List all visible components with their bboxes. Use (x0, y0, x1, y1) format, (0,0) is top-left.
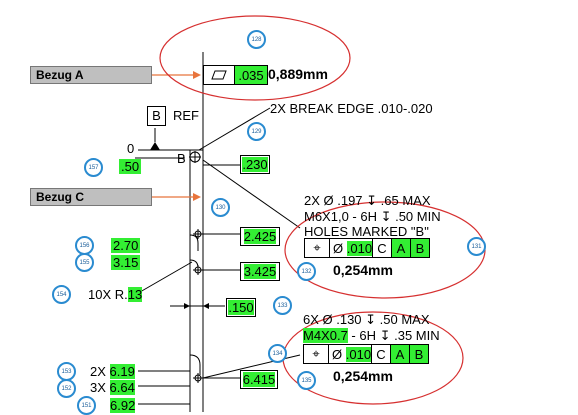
position-1-ref2: A (392, 239, 411, 257)
datum-b-side-letter: B (177, 151, 186, 166)
dim-3425: 3.425 (240, 262, 280, 281)
dim-315: 3.15 (111, 255, 141, 270)
balloon-133: 133 (273, 296, 292, 315)
dim-050: .50 (119, 159, 142, 174)
flatness-control-frame: .035 (203, 65, 268, 85)
zero-top: 0 (127, 141, 135, 156)
position-1-ref1: C (373, 239, 392, 257)
hole-note-1-line1: 2X Ø .197 ↧ .65 MAX (304, 193, 431, 208)
flatness-metric: 0,889mm (268, 66, 328, 82)
drawing-lines (135, 15, 486, 412)
dim-2425: 2.425 (240, 227, 280, 246)
balloon-155: 155 (75, 253, 94, 272)
dim-664: 3X 6.64 (90, 380, 135, 395)
position-1-metric: 0,254mm (333, 262, 393, 278)
balloon-152: 152 (57, 379, 76, 398)
datum-b-ref: REF (173, 108, 199, 123)
position-2-ref3: B (410, 345, 428, 363)
dim-230: .230 (240, 155, 270, 174)
balloon-134: 134 (268, 344, 287, 363)
dim-270: 2.70 (111, 238, 141, 253)
position-2-tolerance: Ø .010 (329, 345, 372, 363)
datum-label-a: Bezug A (30, 66, 152, 84)
balloon-129: 129 (247, 122, 266, 141)
balloon-131: 131 (467, 237, 486, 256)
dim-692: 6.92 (110, 398, 136, 413)
hole-note-1-line3: HOLES MARKED "B" (304, 224, 429, 239)
hole-note-2-line2: M4X0.7 - 6H ↧ .35 MIN (303, 328, 440, 343)
position-1-tolerance: Ø .010 (330, 239, 373, 257)
flatness-tolerance: .035 (235, 66, 267, 84)
dim-619: 2X 6.19 (90, 364, 135, 379)
balloon-128: 128 (247, 30, 266, 49)
datum-label-c: Bezug C (30, 188, 152, 206)
balloon-135: 135 (297, 371, 316, 390)
break-edge-note: 2X BREAK EDGE .010-.020 (270, 101, 433, 116)
position-icon: ⌖ (304, 345, 329, 363)
position-icon: ⌖ (305, 239, 330, 257)
balloon-154: 154 (52, 285, 71, 304)
position-2-ref1: C (372, 345, 391, 363)
dim-6415: 6.415 (240, 370, 278, 389)
balloon-151: 151 (77, 396, 96, 415)
balloon-132: 132 (297, 262, 316, 281)
position-2-metric: 0,254mm (333, 368, 393, 384)
position-1-ref3: B (411, 239, 429, 257)
balloon-157: 157 (84, 158, 103, 177)
hole-note-2-line1: 6X Ø .130 ↧ .50 MAX (303, 312, 430, 327)
datum-b-box: B (147, 106, 166, 126)
position-control-frame-2: ⌖ Ø .010 C A B (303, 344, 429, 364)
position-control-frame-1: ⌖ Ø .010 C A B (304, 238, 430, 258)
balloon-130: 130 (211, 198, 230, 217)
position-2-ref2: A (391, 345, 410, 363)
dim-150: .150 (226, 298, 256, 317)
flatness-icon (204, 66, 235, 84)
hole-note-1-line2: M6X1,0 - 6H ↧ .50 MIN (304, 209, 441, 224)
dim-radius: 10X R.13 (88, 287, 143, 302)
